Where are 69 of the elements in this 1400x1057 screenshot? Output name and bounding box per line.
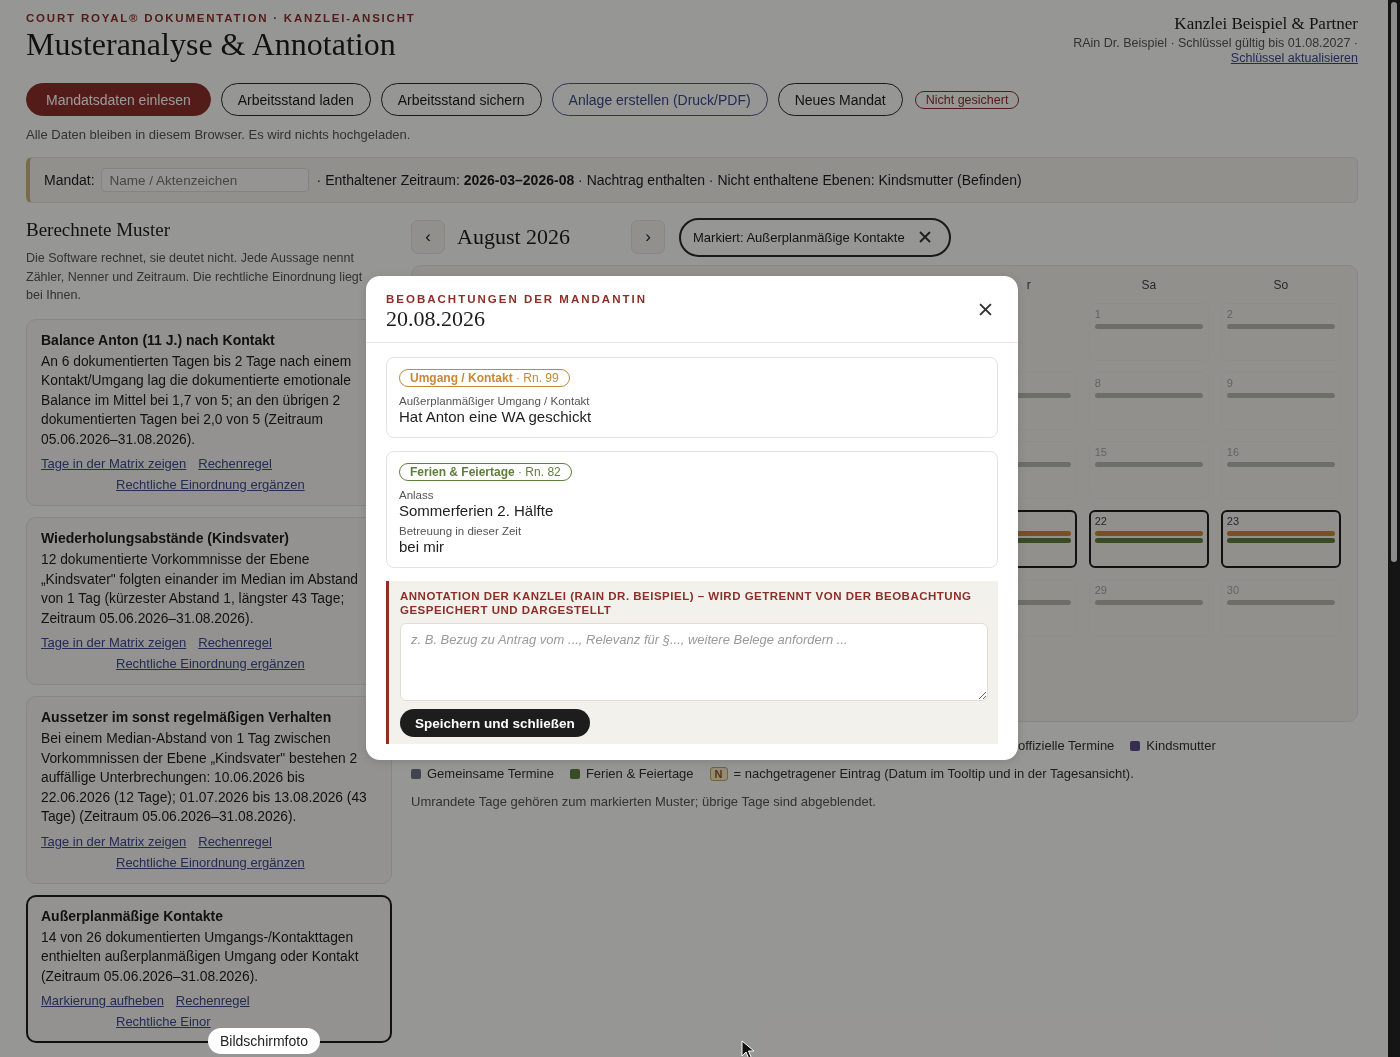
field-label: Außerplanmäßiger Umgang / Kontakt: [399, 395, 591, 407]
firm-name: Kanzlei Beispiel & Partner: [1174, 14, 1358, 34]
pattern-link[interactable]: Tage in der Matrix zeigen: [41, 453, 187, 474]
previous-month-button[interactable]: ‹: [411, 220, 445, 254]
day-number: 22: [1094, 515, 1107, 527]
pattern-link[interactable]: Markierung aufheben: [41, 990, 164, 1011]
legend-label: offizielle Termine: [1018, 738, 1115, 753]
close-icon[interactable]: [979, 303, 992, 316]
pattern-link[interactable]: Rechtliche Einordnung ergänzen: [116, 851, 305, 873]
legend-label: Gemeinsame Termine: [427, 766, 554, 781]
dialog-title: 20.08.2026: [386, 306, 486, 332]
field-label: Anlass: [399, 489, 435, 501]
month-title: August 2026: [456, 224, 572, 250]
close-icon[interactable]: [918, 231, 931, 243]
legend-label: Kindsmutter: [1146, 738, 1216, 753]
privacy-note: Alle Daten bleiben in diesem Browser. Es wird nichts hochgeladen.: [26, 127, 412, 142]
pattern-text: 14 von 26 dokumentierten Umgangs-/Kontakttagen enthielten außerplanmäßigen Umgang oder Kontakt (Zeitraum 05.06.2026–31.08.2026).: [41, 928, 360, 986]
pattern-title: Aussetzer im sonst regelmäßigen Verhalten: [41, 709, 333, 725]
toolbar-button[interactable]: Neues Mandat: [777, 83, 903, 116]
calendar-note: Umrandete Tage gehören zum markierten Muster; übrige Tage sind abgeblendet.: [411, 794, 877, 809]
day-cell[interactable]: 23: [1220, 510, 1341, 568]
field-value: bei mir: [399, 538, 445, 555]
pattern-link[interactable]: Rechtliche Einordnung ergänzen: [116, 474, 305, 495]
pattern-link[interactable]: Rechenregel: [198, 830, 272, 852]
late-entry-badge: N: [709, 766, 728, 781]
mandate-summary: · Enthaltener Zeitraum: 2026-03–2026-08 · Nachtrag enthalten · Nicht enthaltene Ebenen: Kindsmutter (Befinden): [316, 172, 1022, 188]
pattern-link[interactable]: Rechenregel: [198, 632, 272, 653]
save-button[interactable]: Speichern und schließen: [400, 709, 590, 737]
dialog-eyebrow: BEOBACHTUNGEN DER MANDANTIN: [386, 293, 647, 305]
weekday-label: Sa: [1141, 278, 1157, 292]
toolbar-button[interactable]: Arbeitsstand laden: [220, 83, 371, 116]
update-key-link[interactable]: Schlüssel aktualisieren: [1230, 51, 1358, 65]
day-number: 23: [1226, 515, 1240, 527]
tooltip: Bildschirmfoto: [208, 1028, 320, 1054]
field-value: Hat Anton eine WA geschickt: [399, 408, 593, 425]
page-title: Musteranalyse & Annotation: [26, 26, 397, 63]
pattern-text: Bei einem Median-Abstand von 1 Tag zwischen Vorkommnissen der Ebene „Kindsvater" bestehen 2 auffällige Unterbrechungen: 10.06.2026 bis 22.06.2026 (12 Tage); 01.07.2026 bis 13.08.2026 (43 Tage) (Zeitraum 05.06.2026–31.08.2026).: [41, 730, 368, 826]
weekday-label: r: [1026, 278, 1031, 292]
license-info: RAin Dr. Beispiel · Schlüssel gültig bis 01.08.2027 ·: [1073, 36, 1358, 50]
app-eyebrow: COURT ROYAL® DOKUMENTATION · KANZLEI-ANSICHT: [26, 12, 416, 24]
pattern-text: An 6 dokumentierten Tagen bis 2 Tage nach einem Kontakt/Umgang lag die dokumentierte emotionale Balance im Mittel bei 1,7 von 5; an den übrigen 2 dokumentierten Tagen bei 2,0 von 5 (Zeitraum 05.06.2026–31.08.2026).: [41, 352, 353, 449]
pattern-link[interactable]: Rechenregel: [175, 990, 250, 1011]
field-value: Sommerferien 2. Hälfte: [399, 502, 555, 519]
annotation-label: ANNOTATION DER KANZLEI (RAIN DR. BEISPIEL) – WIRD GETRENNT VON DER BEOBACHTUNG GESPEICHERT UND DARGESTELLT: [400, 589, 973, 617]
section-title: Berechnete Muster: [26, 219, 172, 241]
pattern-link[interactable]: Tage in der Matrix zeigen: [41, 632, 187, 653]
field-label: Betreuung in dieser Zeit: [399, 525, 523, 537]
toolbar-button[interactable]: Mandatsdaten einlesen: [26, 83, 211, 116]
mandate-label: Mandat:: [44, 172, 95, 188]
toolbar-button[interactable]: Anlage erstellen (Druck/PDF): [551, 83, 768, 116]
annotation-input-field[interactable]: z. B. Bezug zu Antrag vom ..., Relevanz für §..., weitere Belege anfordern ...: [400, 623, 988, 701]
pattern-link[interactable]: Rechtliche Einor: [116, 1011, 211, 1032]
pattern-text: 12 dokumentierte Vorkommnisse der Ebene „Kindsvater" folgten einander im Median im Abstand von 1 Tag (kürzester Abstand 1, längster 43 Tage; Zeitraum 05.06.2026–31.08.2026).: [41, 551, 360, 628]
pattern-title: Außerplanmäßige Kontakte: [41, 907, 225, 924]
scrollbar[interactable]: [1388, 0, 1400, 1057]
pattern-link[interactable]: Rechtliche Einordnung ergänzen: [116, 653, 305, 674]
mandate-input-field[interactable]: Name / Aktenzeichen: [100, 168, 309, 192]
pattern-link[interactable]: Rechenregel: [198, 453, 272, 474]
day-cell[interactable]: 22: [1088, 510, 1209, 568]
next-month-button[interactable]: ›: [631, 220, 665, 254]
weekday-label: So: [1273, 278, 1289, 292]
toolbar-button[interactable]: Arbeitsstand sichern: [380, 83, 542, 116]
legend-label: = nachgetragener Eintrag (Datum im Tooltip und in der Tagesansicht).: [733, 766, 1134, 781]
pattern-link[interactable]: Tage in der Matrix zeigen: [41, 830, 187, 852]
marker-chip[interactable]: Markiert: Außerplanmäßige Kontakte: [679, 217, 951, 257]
legend-label: Ferien & Feiertage: [585, 766, 694, 781]
section-intro: Die Software rechnet, sie deutet nicht. Jede Aussage nennt Zähler, Nenner und Zeitraum. Die rechtliche Einordnung liegt bei Ihnen.: [26, 250, 364, 304]
pattern-title: Balance Anton (11 J.) nach Kontakt: [41, 331, 276, 348]
pattern-title: Wiederholungsabstände (Kindsvater): [41, 530, 291, 546]
